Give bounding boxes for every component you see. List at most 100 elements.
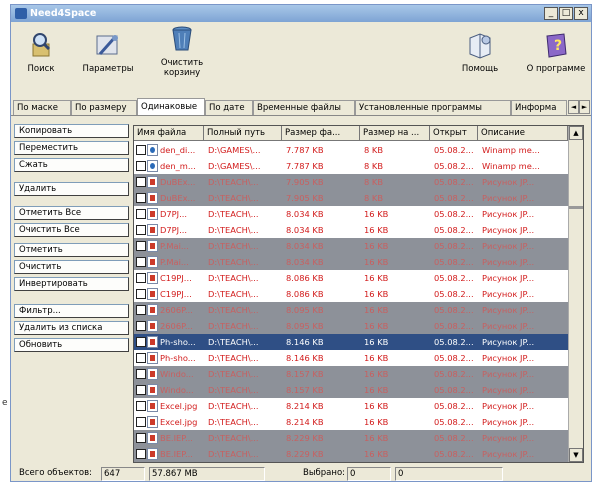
row-checkbox[interactable] bbox=[136, 385, 146, 395]
row-checkbox[interactable] bbox=[136, 353, 146, 363]
table-row[interactable]: C19PJ... D:\TEACH\... 8.086 KB 16 KB 05.08.2… bbox=[134, 270, 568, 286]
delete-button[interactable]: Удалить bbox=[14, 182, 129, 196]
cell-disk-size: 16 KB bbox=[364, 257, 389, 267]
tab-duplicates[interactable]: Одинаковые bbox=[137, 98, 205, 115]
remove-from-list-button[interactable]: Удалить из списка bbox=[14, 321, 129, 335]
svg-text:?: ? bbox=[554, 38, 562, 54]
row-checkbox[interactable] bbox=[136, 401, 146, 411]
row-checkbox[interactable] bbox=[136, 257, 146, 267]
row-checkbox[interactable] bbox=[136, 177, 146, 187]
cell-description: Рисунок JP... bbox=[482, 449, 535, 459]
clear-all-button[interactable]: Очистить Все bbox=[14, 223, 129, 237]
row-checkbox[interactable] bbox=[136, 145, 146, 155]
vertical-scrollbar[interactable]: ▲ ▼ bbox=[568, 126, 583, 462]
tab-temp-files[interactable]: Временные файлы bbox=[253, 100, 355, 115]
column-header-opened[interactable]: Открыт bbox=[430, 126, 478, 141]
row-checkbox[interactable] bbox=[136, 321, 146, 331]
copy-button[interactable]: Копировать bbox=[14, 124, 129, 138]
cell-opened: 05.08.2... bbox=[434, 305, 474, 315]
uncheck-button[interactable]: Очистить bbox=[14, 260, 129, 274]
minimize-button[interactable]: _ bbox=[544, 7, 558, 20]
tab-by-date[interactable]: По дате bbox=[205, 100, 253, 115]
tab-by-size[interactable]: По размеру bbox=[71, 100, 137, 115]
column-header-disk-size[interactable]: Размер на ... bbox=[360, 126, 430, 141]
cell-size: 7.905 KB bbox=[286, 193, 324, 203]
table-row[interactable]: den_m... D:\GAMES\... 7.787 KB 8 KB 05.08.2.… bbox=[134, 158, 568, 174]
close-button[interactable]: x bbox=[574, 7, 588, 20]
app-icon bbox=[15, 8, 27, 19]
row-checkbox[interactable] bbox=[136, 337, 146, 347]
cell-opened: 05.08.2... bbox=[434, 225, 474, 235]
column-header-description[interactable]: Описание bbox=[478, 126, 568, 141]
row-checkbox[interactable] bbox=[136, 161, 146, 171]
scroll-thumb[interactable] bbox=[569, 206, 583, 209]
table-row[interactable]: 2606P... D:\TEACH\... 8.095 KB 16 KB 05.08.2… bbox=[134, 302, 568, 318]
filter-button[interactable]: Фильтр... bbox=[14, 304, 129, 318]
scroll-down-button[interactable]: ▼ bbox=[569, 448, 583, 462]
row-checkbox[interactable] bbox=[136, 417, 146, 427]
row-checkbox[interactable] bbox=[136, 241, 146, 251]
empty-bin-label-2: корзину bbox=[163, 68, 201, 78]
table-row[interactable]: Ph-sho... D:\TEACH\... 8.146 KB 16 KB 05.08.… bbox=[134, 334, 568, 350]
cell-name: Windo... bbox=[160, 385, 194, 395]
select-all-button[interactable]: Отметить Все bbox=[14, 206, 129, 220]
cell-size: 8.146 KB bbox=[286, 353, 324, 363]
table-row[interactable]: Excel.jpg D:\TEACH\... 8.214 KB 16 KB 05.08.… bbox=[134, 414, 568, 430]
column-header-size[interactable]: Размер фа... bbox=[282, 126, 360, 141]
cell-disk-size: 16 KB bbox=[364, 209, 389, 219]
cell-path: D:\TEACH\... bbox=[208, 321, 259, 331]
row-checkbox[interactable] bbox=[136, 433, 146, 443]
invert-button[interactable]: Инвертировать bbox=[14, 277, 129, 291]
scroll-up-button[interactable]: ▲ bbox=[569, 126, 583, 140]
column-header-path[interactable]: Полный путь bbox=[204, 126, 282, 141]
table-row[interactable]: D7PJ... D:\TEACH\... 8.034 KB 16 KB 05.08.2.… bbox=[134, 206, 568, 222]
cell-description: Рисунок JP... bbox=[482, 401, 535, 411]
cell-path: D:\GAMES\... bbox=[208, 145, 261, 155]
help-button[interactable]: Помощь bbox=[457, 22, 503, 74]
table-row[interactable]: Ph-sho... D:\TEACH\... 8.146 KB 16 KB 05.08.… bbox=[134, 350, 568, 366]
row-checkbox[interactable] bbox=[136, 305, 146, 315]
cell-size: 8.034 KB bbox=[286, 257, 324, 267]
tab-installed-programs[interactable]: Установленные программы bbox=[355, 100, 511, 115]
row-checkbox[interactable] bbox=[136, 289, 146, 299]
table-row[interactable]: DuBEx... D:\TEACH\... 7.905 KB 8 KB 05.08.2.… bbox=[134, 190, 568, 206]
tab-by-mask[interactable]: По маске bbox=[13, 100, 71, 115]
empty-bin-button[interactable]: Очистить корзину bbox=[157, 22, 207, 78]
image-file-icon bbox=[147, 208, 158, 220]
row-checkbox[interactable] bbox=[136, 193, 146, 203]
table-row[interactable]: D7PJ... D:\TEACH\... 8.034 KB 16 KB 05.08.2.… bbox=[134, 222, 568, 238]
table-row[interactable]: 2606P... D:\TEACH\... 8.095 KB 16 KB 05.08.2… bbox=[134, 318, 568, 334]
table-row[interactable]: den_di... D:\GAMES\... 7.787 KB 8 KB 05.08.2… bbox=[134, 142, 568, 158]
table-row[interactable]: DuBEx... D:\TEACH\... 7.905 KB 8 KB 05.08.2.… bbox=[134, 174, 568, 190]
row-checkbox[interactable] bbox=[136, 273, 146, 283]
tab-info[interactable]: Информа bbox=[511, 100, 567, 115]
tab-scroll-right-button[interactable]: ► bbox=[579, 100, 590, 114]
cell-description: Рисунок JP... bbox=[482, 241, 535, 251]
move-button[interactable]: Переместить bbox=[14, 141, 129, 155]
column-header-name[interactable]: Имя файла bbox=[134, 126, 204, 141]
table-row[interactable]: P.Mai... D:\TEACH\... 8.034 KB 16 KB 05.08.2… bbox=[134, 254, 568, 270]
cell-opened: 05.08.2... bbox=[434, 321, 474, 331]
table-row[interactable]: Windo... D:\TEACH\... 8.157 KB 16 KB 05.08.2… bbox=[134, 366, 568, 382]
table-row[interactable]: BE.IEP... D:\TEACH\... 8.229 KB 16 KB 05.08.… bbox=[134, 446, 568, 462]
compress-button[interactable]: Сжать bbox=[14, 158, 129, 172]
check-button[interactable]: Отметить bbox=[14, 243, 129, 257]
table-row[interactable]: P.Mai... D:\TEACH\... 8.034 KB 16 KB 05.08.2… bbox=[134, 238, 568, 254]
search-button[interactable]: Поиск bbox=[21, 22, 61, 74]
cell-size: 8.086 KB bbox=[286, 289, 324, 299]
image-file-icon bbox=[147, 256, 158, 268]
maximize-button[interactable]: □ bbox=[559, 7, 573, 20]
title-bar[interactable]: Need4Space _ □ x bbox=[11, 5, 591, 22]
refresh-button[interactable]: Обновить bbox=[14, 338, 129, 352]
table-row[interactable]: BE.IEP... D:\TEACH\... 8.229 KB 16 KB 05.08.… bbox=[134, 430, 568, 446]
row-checkbox[interactable] bbox=[136, 225, 146, 235]
tab-scroll-left-button[interactable]: ◄ bbox=[568, 100, 579, 114]
table-row[interactable]: Excel.jpg D:\TEACH\... 8.214 KB 16 KB 05.08.… bbox=[134, 398, 568, 414]
about-button[interactable]: ? О программе bbox=[521, 22, 591, 74]
row-checkbox[interactable] bbox=[136, 449, 146, 459]
table-row[interactable]: C19PJ... D:\TEACH\... 8.086 KB 16 KB 05.08.2… bbox=[134, 286, 568, 302]
row-checkbox[interactable] bbox=[136, 209, 146, 219]
table-row[interactable]: Windo... D:\TEACH\... 8.157 KB 16 KB 05.08.2… bbox=[134, 382, 568, 398]
row-checkbox[interactable] bbox=[136, 369, 146, 379]
params-button[interactable]: Параметры bbox=[77, 22, 139, 74]
